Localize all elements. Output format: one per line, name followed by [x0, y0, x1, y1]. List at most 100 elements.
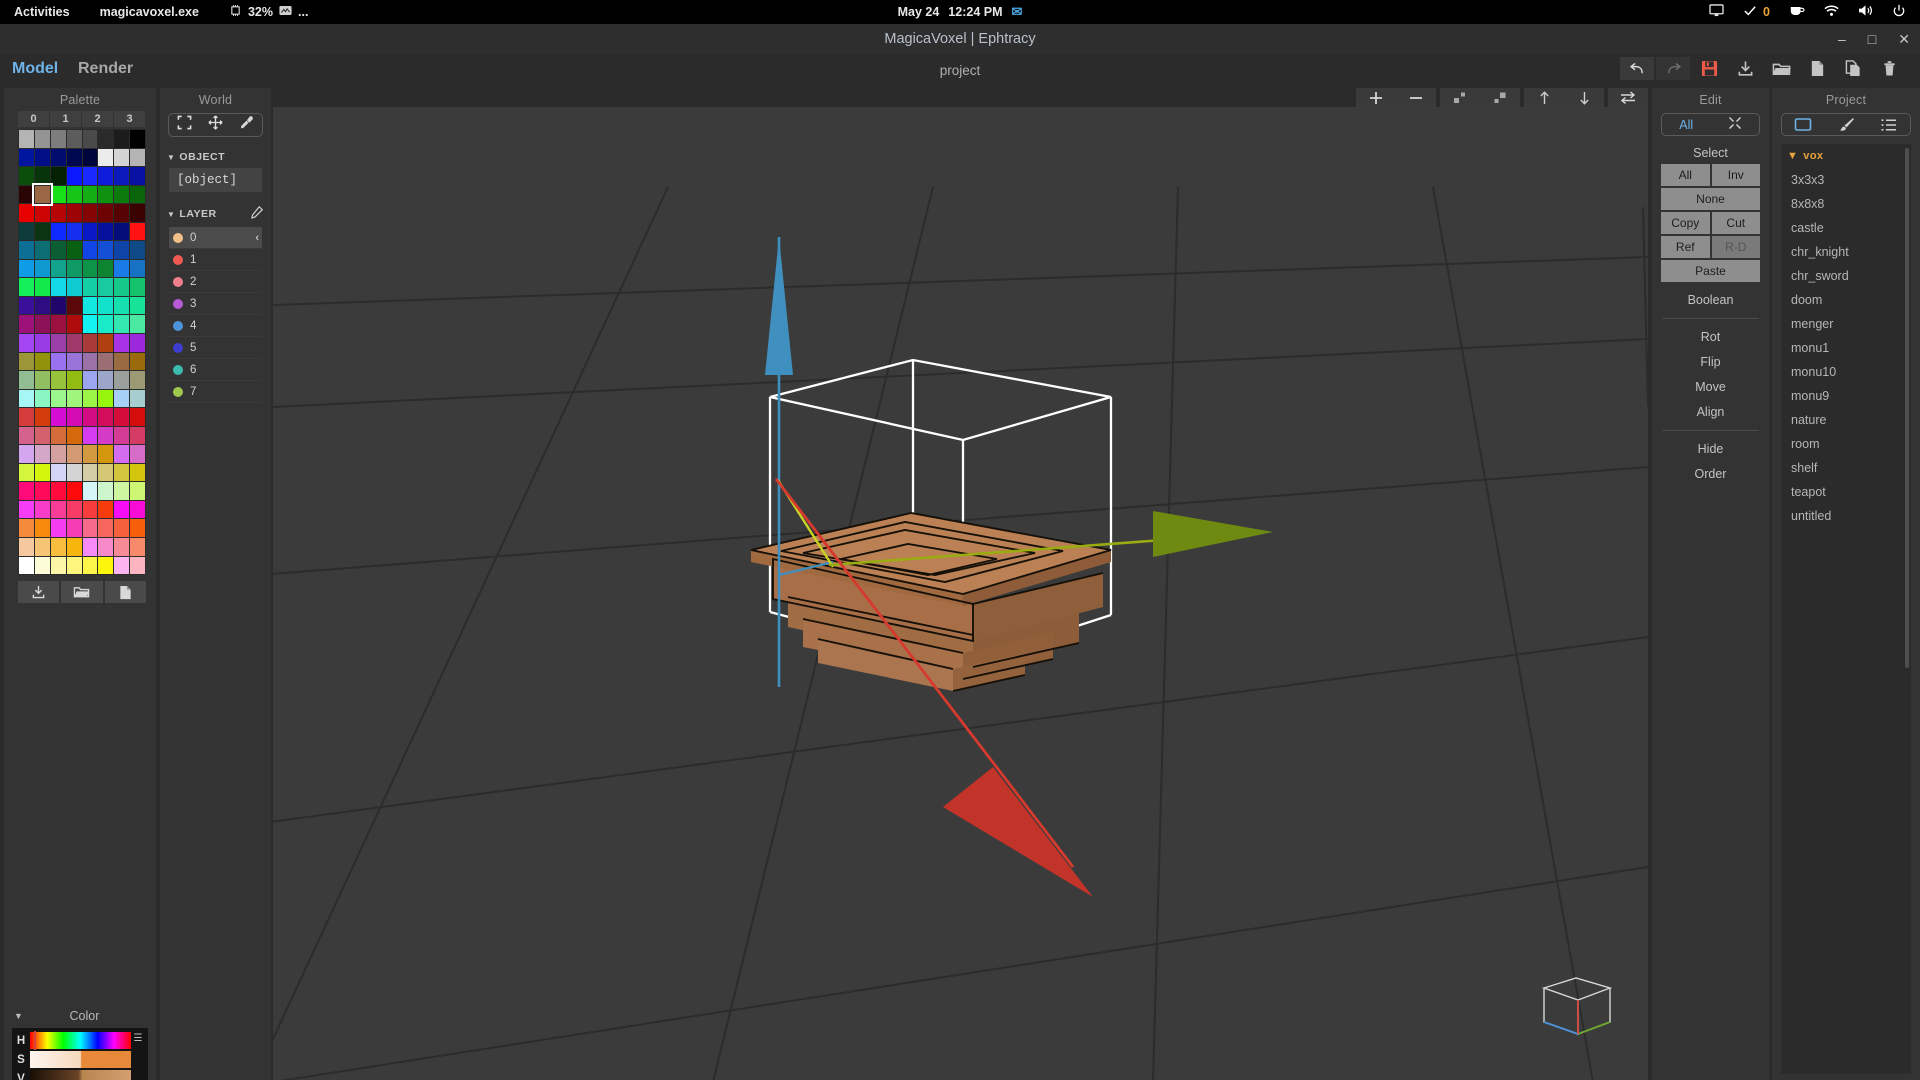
- display-icon[interactable]: [1709, 4, 1724, 20]
- layer-color-dot[interactable]: [173, 298, 183, 309]
- palette-swatch[interactable]: [34, 315, 50, 334]
- project-file-item[interactable]: castle: [1781, 216, 1911, 240]
- project-file-item[interactable]: doom: [1781, 288, 1911, 312]
- palette-swatch[interactable]: [34, 222, 50, 241]
- palette-swatch[interactable]: [50, 185, 66, 204]
- palette-swatch[interactable]: [82, 259, 98, 278]
- palette-swatch[interactable]: [82, 278, 98, 296]
- palette-swatch[interactable]: [50, 445, 66, 463]
- palette-swatch[interactable]: [50, 463, 66, 482]
- palette-swatch[interactable]: [98, 371, 114, 389]
- project-file-item[interactable]: room: [1781, 432, 1911, 456]
- palette-swatch[interactable]: [50, 334, 66, 352]
- palette-swatch[interactable]: [98, 426, 114, 445]
- palette-swatch[interactable]: [98, 482, 114, 500]
- hide-button[interactable]: Hide: [1652, 442, 1769, 456]
- chevron-left-icon[interactable]: ‹: [255, 232, 259, 244]
- boolean-button[interactable]: Boolean: [1652, 293, 1769, 307]
- palette-swatch[interactable]: [114, 148, 130, 167]
- clock-time[interactable]: 12:24 PM: [948, 5, 1002, 19]
- palette-swatch[interactable]: [114, 315, 130, 334]
- palette-swatch[interactable]: [82, 222, 98, 241]
- swap-axis-button[interactable]: [1608, 88, 1648, 107]
- palette-swatch[interactable]: [34, 334, 50, 352]
- palette-swatch[interactable]: [114, 426, 130, 445]
- layer-row[interactable]: 7: [169, 381, 262, 403]
- palette-swatch[interactable]: [98, 500, 114, 519]
- palette-swatch[interactable]: [98, 222, 114, 241]
- palette-swatch[interactable]: [66, 148, 82, 167]
- move-down-button[interactable]: [1564, 88, 1604, 107]
- add-voxel-button[interactable]: [1356, 88, 1396, 107]
- caret-down-icon[interactable]: ▼: [167, 210, 175, 219]
- tab-brush[interactable]: [1825, 117, 1868, 132]
- caret-down-icon[interactable]: ▼: [1787, 150, 1798, 162]
- color-header[interactable]: ▼ Color: [4, 1006, 156, 1026]
- palette-swatch[interactable]: [34, 148, 50, 167]
- order-button[interactable]: Order: [1652, 467, 1769, 481]
- remove-voxel-button[interactable]: [1396, 88, 1436, 107]
- move-up-button[interactable]: [1524, 88, 1564, 107]
- palette-swatch[interactable]: [130, 371, 145, 389]
- palette-swatch[interactable]: [66, 371, 82, 389]
- layer-row[interactable]: 1: [169, 249, 262, 271]
- palette-swatch[interactable]: [130, 426, 145, 445]
- palette-swatch[interactable]: [19, 148, 34, 167]
- coffee-icon[interactable]: [1789, 4, 1805, 20]
- palette-swatch[interactable]: [114, 241, 130, 259]
- palette-swatch[interactable]: [98, 538, 114, 556]
- 3d-viewport[interactable]: [273, 107, 1648, 1080]
- edit-scope-all[interactable]: All: [1662, 118, 1711, 132]
- palette-swatch[interactable]: [19, 167, 34, 185]
- project-group-header[interactable]: ▼ vox: [1781, 150, 1911, 168]
- palette-swatch[interactable]: [98, 408, 114, 426]
- palette-swatch[interactable]: [98, 185, 114, 204]
- palette-swatch[interactable]: [82, 315, 98, 334]
- paste-button[interactable]: Paste: [1661, 260, 1760, 282]
- palette-swatch[interactable]: [98, 315, 114, 334]
- palette-swatch[interactable]: [50, 315, 66, 334]
- project-file-item[interactable]: monu10: [1781, 360, 1911, 384]
- frame-icon[interactable]: [177, 115, 192, 135]
- palette-swatch[interactable]: [50, 389, 66, 408]
- palette-swatch[interactable]: [114, 538, 130, 556]
- project-file-item[interactable]: shelf: [1781, 456, 1911, 480]
- palette-swatch[interactable]: [98, 278, 114, 296]
- close-icon[interactable]: ✕: [1898, 32, 1910, 46]
- palette-swatch[interactable]: [114, 222, 130, 241]
- palette-swatch[interactable]: [34, 463, 50, 482]
- palette-swatch[interactable]: [19, 204, 34, 222]
- palette-swatch[interactable]: [66, 538, 82, 556]
- palette-swatch[interactable]: [34, 278, 50, 296]
- palette-swatch[interactable]: [114, 389, 130, 408]
- palette-swatch[interactable]: [50, 148, 66, 167]
- clock-date[interactable]: May 24: [898, 5, 940, 19]
- palette-swatch[interactable]: [130, 556, 145, 575]
- palette-swatch[interactable]: [19, 130, 34, 148]
- edit-scope-toggle[interactable]: All: [1661, 113, 1760, 136]
- palette-swatch[interactable]: [19, 426, 34, 445]
- layer-row[interactable]: 6: [169, 359, 262, 381]
- move-icon[interactable]: [208, 115, 223, 135]
- palette-swatch[interactable]: [19, 463, 34, 482]
- palette-swatch[interactable]: [82, 185, 98, 204]
- palette-swatch[interactable]: [98, 519, 114, 538]
- flip-button[interactable]: Flip: [1652, 355, 1769, 369]
- project-file-item[interactable]: teapot: [1781, 480, 1911, 504]
- project-file-item[interactable]: untitled: [1781, 504, 1911, 528]
- hue-slider[interactable]: [30, 1031, 131, 1050]
- tab-files[interactable]: [1782, 117, 1825, 132]
- wifi-icon[interactable]: [1824, 5, 1839, 20]
- palette-swatch[interactable]: [82, 241, 98, 259]
- palette-swatch[interactable]: [66, 408, 82, 426]
- none-button[interactable]: None: [1661, 188, 1760, 210]
- saturation-slider[interactable]: [30, 1051, 131, 1068]
- palette-swatch[interactable]: [19, 278, 34, 296]
- palette-swatch[interactable]: [130, 204, 145, 222]
- palette-swatch[interactable]: [50, 408, 66, 426]
- palette-swatch[interactable]: [114, 259, 130, 278]
- palette-swatch[interactable]: [34, 167, 50, 185]
- saturation-row[interactable]: S: [12, 1050, 131, 1069]
- palette-swatch[interactable]: [130, 463, 145, 482]
- palette-swatch[interactable]: [66, 426, 82, 445]
